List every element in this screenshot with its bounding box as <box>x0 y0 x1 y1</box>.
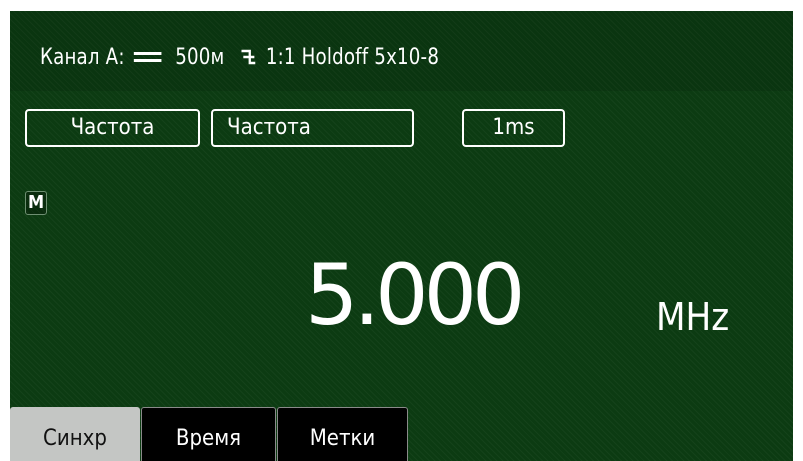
gate-time-button[interactable]: 1ms <box>462 109 565 147</box>
measurement-value: 5.000 <box>305 246 525 344</box>
mode-badge: M <box>25 191 47 215</box>
tab-time[interactable]: Время <box>141 407 276 461</box>
dc-coupling-icon <box>134 51 162 63</box>
holdoff-value: 5x10-8 <box>374 45 440 70</box>
attenuation: 1:1 <box>265 45 296 70</box>
channel-settings-line: Канал А: 500м 1:1 Holdoff 5x10-8 <box>40 45 439 70</box>
function-select-button[interactable]: Частота <box>211 109 414 147</box>
counter-display: Канал А: 500м 1:1 Holdoff 5x10-8 Частота… <box>10 11 793 461</box>
channel-label: Канал А: <box>40 45 125 70</box>
tab-sync[interactable]: Синхр <box>10 407 140 461</box>
trigger-level: 500м <box>175 45 225 70</box>
tab-markers[interactable]: Метки <box>277 407 408 461</box>
function-button[interactable]: Частота <box>25 109 200 147</box>
holdoff-label: Holdoff <box>301 45 369 70</box>
status-bar: Канал А: 500м 1:1 Holdoff 5x10-8 <box>10 11 793 91</box>
measurement-unit: MHz <box>656 295 730 339</box>
falling-edge-icon <box>241 49 256 65</box>
